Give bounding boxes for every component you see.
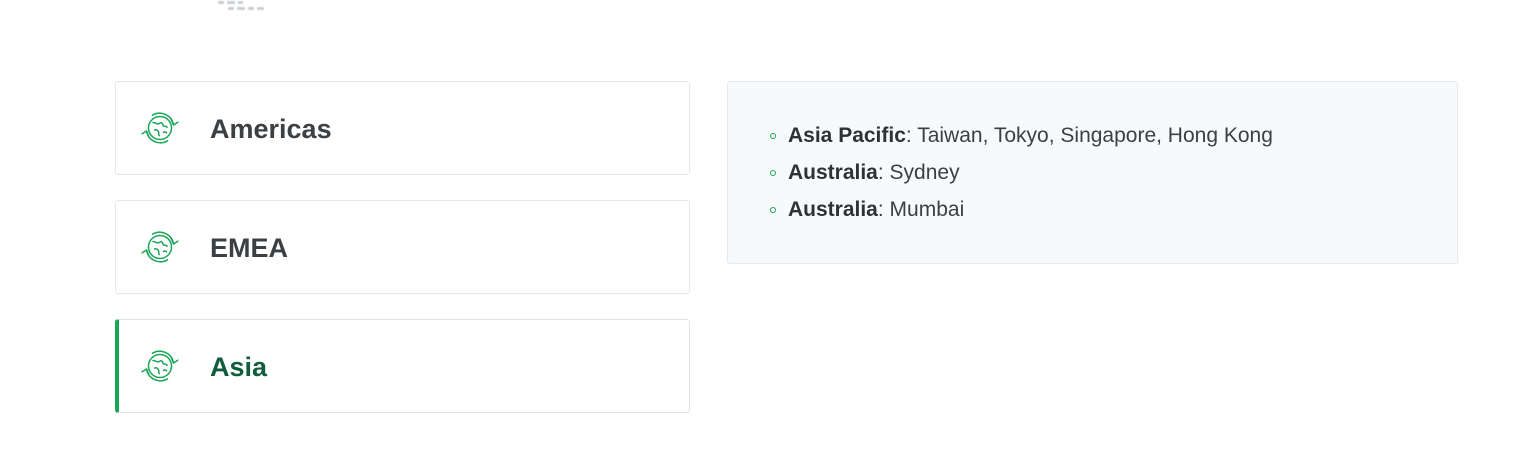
region-name: Australia [788, 198, 878, 221]
location-text: Taiwan, Tokyo, Singapore, Hong Kong [911, 124, 1273, 147]
globe-refresh-icon [140, 346, 180, 386]
list-item: Australia: Sydney [770, 158, 1273, 195]
tab-label: Asia [210, 352, 268, 382]
blurred-logo-fragment [212, 0, 268, 12]
region-details-panel: Asia Pacific: Taiwan, Tokyo, Singapore, … [727, 81, 1458, 264]
globe-refresh-icon [140, 108, 180, 148]
region-name: Australia [788, 161, 878, 184]
globe-refresh-icon [140, 227, 180, 267]
tab-americas[interactable]: Americas [115, 81, 690, 175]
region-tab-list: Americas EMEA Asia [115, 81, 690, 413]
list-item: Asia Pacific: Taiwan, Tokyo, Singapore, … [770, 121, 1273, 158]
tab-label: Americas [210, 114, 332, 144]
tab-label: EMEA [210, 233, 289, 263]
circle-bullet-icon [770, 133, 776, 139]
location-text: Mumbai [883, 198, 965, 221]
region-name: Asia Pacific [788, 124, 906, 147]
location-text: Sydney [883, 161, 960, 184]
tab-asia[interactable]: Asia [115, 319, 690, 413]
circle-bullet-icon [770, 170, 776, 176]
circle-bullet-icon [770, 207, 776, 213]
tab-emea[interactable]: EMEA [115, 200, 690, 294]
list-item: Australia: Mumbai [770, 195, 1273, 232]
location-list: Asia Pacific: Taiwan, Tokyo, Singapore, … [770, 121, 1273, 232]
